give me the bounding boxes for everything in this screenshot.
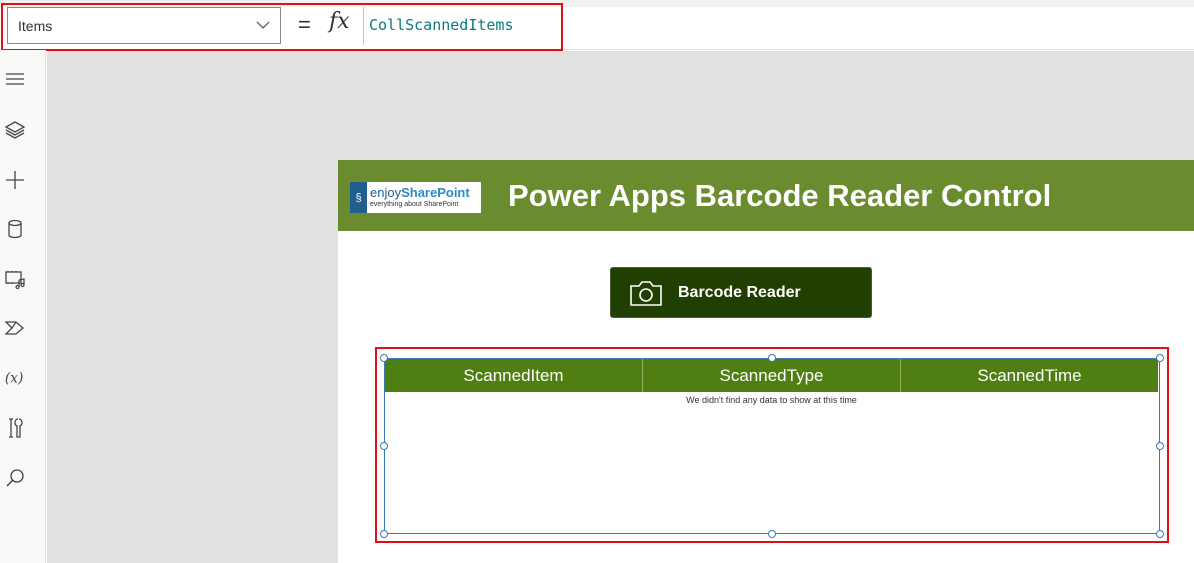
camera-icon: [630, 281, 662, 306]
table-highlight-box: [375, 347, 1169, 543]
logo-tagline: everything about SharePoint: [370, 201, 459, 208]
formula-bar: Items = fx CollScannedItems: [0, 0, 1194, 51]
svg-text:(x): (x): [5, 371, 23, 387]
property-highlight-box: [1, 3, 563, 51]
app-header: § enjoySharePoint everything about Share…: [338, 160, 1194, 231]
variables-icon[interactable]: (x): [4, 367, 26, 389]
left-rail: (x): [0, 50, 46, 563]
logo-brand-prefix: enjoy: [370, 185, 402, 200]
barcode-reader-button[interactable]: Barcode Reader: [610, 267, 872, 318]
logo-brand-suffix: SharePoint: [401, 185, 470, 200]
add-icon[interactable]: [4, 169, 26, 191]
data-icon[interactable]: [4, 218, 26, 240]
barcode-reader-label: Barcode Reader: [678, 284, 801, 301]
logo-mark-icon: §: [350, 182, 367, 213]
logo-brand: enjoySharePoint: [370, 185, 470, 200]
power-automate-icon[interactable]: [4, 317, 26, 339]
advanced-tools-icon[interactable]: [4, 417, 26, 439]
hamburger-menu-icon[interactable]: [4, 69, 26, 91]
media-icon[interactable]: [4, 268, 26, 290]
layers-icon[interactable]: [4, 119, 26, 141]
app-title: Power Apps Barcode Reader Control: [508, 178, 1052, 213]
search-icon[interactable]: [4, 467, 26, 489]
enjoysharepoint-logo: § enjoySharePoint everything about Share…: [350, 182, 481, 213]
